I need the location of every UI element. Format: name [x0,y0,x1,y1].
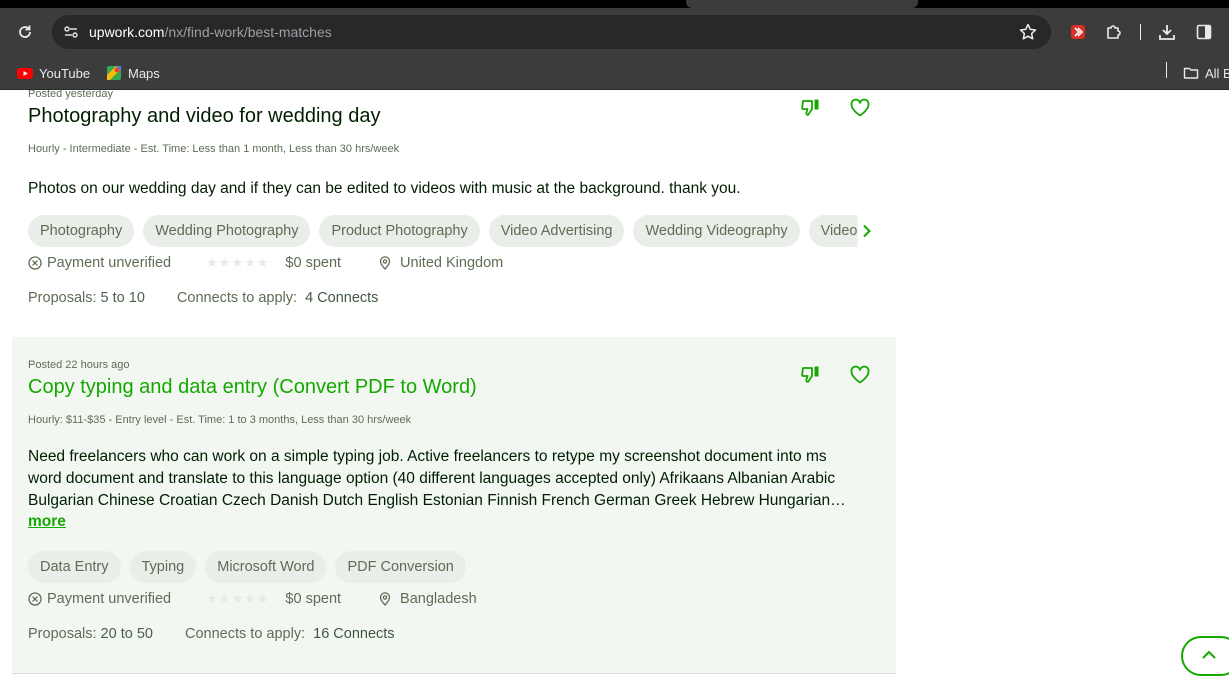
skill-tag[interactable]: Wedding Photography [143,215,311,247]
skill-tags: Photography Wedding Photography Product Ph… [28,215,858,247]
bookmark-youtube[interactable]: YouTube [17,56,90,90]
save-heart-icon[interactable] [848,363,872,387]
payment-status: Payment unverified [47,591,172,607]
job-description: Need freelancers who can work on a simpl… [28,446,868,512]
location-pin-icon [378,256,392,270]
proposals-count: 20 to 50 [100,626,153,642]
url-text: upwork.com/nx/find-work/best-matches [89,24,332,40]
client-info: Payment unverified ★ ★ ★ ★ ★ $0 spent United… [28,253,503,273]
skill-tag[interactable]: PDF Conversion [335,551,466,583]
all-bookmarks-button[interactable]: All B [1183,56,1229,90]
client-spent: $0 spent [285,255,342,271]
site-info-icon[interactable] [60,21,82,43]
description-line: Bulgarian Chinese Croatian Czech Danish … [28,492,846,509]
job-meta: Hourly: $11-$35 - Entry level - Est. Tim… [28,414,412,426]
active-tab[interactable] [686,0,918,8]
bookmark-label: Maps [128,65,160,81]
skill-tag[interactable]: Data Entry [28,551,121,583]
location-pin-icon [378,592,392,606]
maps-icon [106,65,122,81]
downloads-icon[interactable] [1157,22,1177,42]
bookmark-star-icon[interactable] [1018,22,1038,42]
chevron-up-icon [1201,647,1217,665]
description-line: Need freelancers who can work on a simpl… [28,448,827,465]
extension-red-icon[interactable] [1068,22,1088,42]
skill-tag[interactable]: Wedding Videography [633,215,800,247]
client-info: Payment unverified ★ ★ ★ ★ ★ $0 spent Bangla… [28,589,477,609]
reload-icon[interactable] [15,22,35,42]
job-title[interactable]: Photography and video for wedding day [28,105,380,128]
skill-tag[interactable]: Videography [808,215,858,247]
connects-count: 4 Connects [305,290,379,306]
skill-tags: Data Entry Typing Microsoft Word PDF Conver… [28,551,858,583]
client-spent: $0 spent [285,591,342,607]
job-posted-time: Posted yesterday [28,90,113,100]
toolbar-divider [1140,24,1141,40]
proposals-line: Proposals: 20 to 50 Connects to apply: 1… [28,626,395,642]
more-link[interactable]: more [28,513,66,531]
proposals-label: Proposals: [28,290,97,306]
job-feed: Posted yesterday Photography and video f… [0,90,1229,691]
skill-tag[interactable]: Video Advertising [488,215,625,247]
side-panel-icon[interactable] [1194,22,1214,42]
skill-tag[interactable]: Microsoft Word [205,551,327,583]
tab-strip [0,0,1229,8]
bookmark-label: YouTube [39,65,91,81]
client-rating-stars: ★ ★ ★ ★ ★ [206,255,269,270]
dislike-thumbs-down-icon[interactable] [799,96,823,120]
connects-count: 16 Connects [313,626,395,642]
bookmarks-bar: YouTube Maps All B [0,56,1229,90]
skill-tag[interactable]: Product Photography [319,215,480,247]
folder-icon [1183,65,1199,81]
payment-status: Payment unverified [47,255,172,271]
client-location: United Kingdom [400,255,504,271]
all-bookmarks-label: All B [1205,65,1229,81]
proposals-count: 5 to 10 [100,290,145,306]
extensions-puzzle-icon[interactable] [1104,22,1124,42]
client-location: Bangladesh [400,591,477,607]
unverified-x-circle-icon [28,256,42,270]
skill-tag[interactable]: Typing [129,551,197,583]
skill-tag[interactable]: Photography [28,215,135,247]
youtube-icon [17,65,33,81]
job-meta: Hourly - Intermediate - Est. Time: Less … [28,143,400,155]
unverified-x-circle-icon [28,592,42,606]
tags-next-chevron-icon[interactable] [855,215,879,247]
address-bar[interactable]: upwork.com/nx/find-work/best-matches [52,15,1051,49]
browser-toolbar: upwork.com/nx/find-work/best-matches [0,8,1229,56]
scroll-to-top-button[interactable] [1181,636,1229,676]
connects-label: Connects to apply: [176,290,298,306]
bookmark-maps[interactable]: Maps [106,56,160,90]
job-tile[interactable]: Posted 22 hours ago Copy typing and data… [12,337,896,674]
save-heart-icon[interactable] [848,96,872,120]
job-description: Photos on our wedding day and if they ca… [28,180,741,197]
description-line: word document and translate to this lang… [28,470,836,487]
job-posted-time: Posted 22 hours ago [28,359,130,371]
job-tile[interactable]: Posted yesterday Photography and video f… [12,90,896,338]
client-rating-stars: ★ ★ ★ ★ ★ [206,591,269,606]
bookmarks-divider [1166,62,1167,78]
proposals-line: Proposals: 5 to 10 Connects to apply: 4 … [28,290,378,306]
job-title[interactable]: Copy typing and data entry (Convert PDF … [28,376,477,399]
connects-label: Connects to apply: [185,626,306,642]
dislike-thumbs-down-icon[interactable] [799,363,823,387]
proposals-label: Proposals: [28,626,97,642]
